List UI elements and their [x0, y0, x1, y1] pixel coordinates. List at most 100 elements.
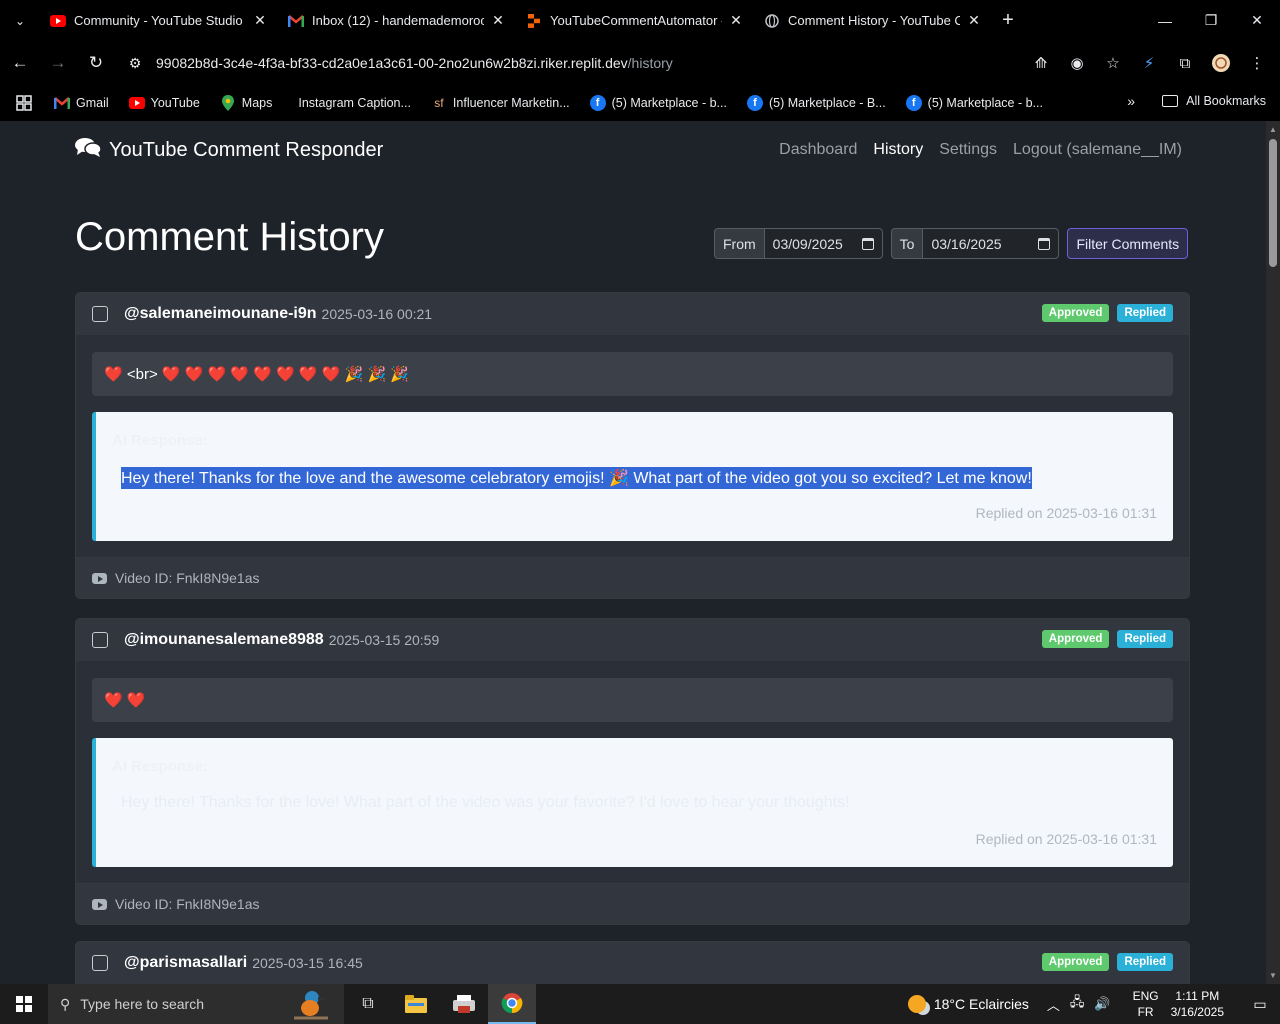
comment-date: 2025-03-16 00:21 — [321, 306, 433, 322]
browser-tab[interactable]: YouTubeCommentAutomator - ✕ — [516, 0, 754, 41]
browser-tab[interactable]: Inbox (12) - handemademorocc ✕ — [278, 0, 516, 41]
windows-start-icon[interactable] — [0, 984, 48, 1024]
address-bar[interactable]: ⚙ 99082b8d-3c4e-4f3a-bf33-cd2a0e1a3c61-0… — [120, 45, 1120, 81]
select-checkbox[interactable] — [92, 955, 108, 971]
ai-response-label: AI Response: — [112, 432, 208, 449]
network-icon[interactable]: 🖧 — [1070, 993, 1085, 1015]
reload-icon[interactable]: ↻ — [78, 45, 114, 81]
approved-badge: Approved — [1041, 630, 1110, 648]
site-settings-icon[interactable]: ⚙ — [120, 55, 150, 72]
extension-bolt-icon[interactable]: ⚡ — [1136, 50, 1162, 76]
filter-comments-button[interactable]: Filter Comments — [1067, 228, 1189, 259]
bookmarks-overflow-chevron-icon[interactable]: » — [1127, 93, 1135, 109]
card-footer: Video ID: FnkI8N9e1as — [76, 557, 1189, 598]
nav-settings[interactable]: Settings — [939, 141, 997, 159]
bookmark-gmail[interactable]: Gmail — [54, 95, 109, 111]
task-view-icon[interactable]: ⧉ — [344, 984, 392, 1024]
eye-icon[interactable]: ◉ — [1064, 50, 1090, 76]
apps-grid-icon[interactable] — [16, 95, 32, 111]
clock[interactable]: 1:11 PM 3/16/2025 — [1171, 988, 1224, 1020]
select-checkbox[interactable] — [92, 306, 108, 322]
to-label: To — [890, 228, 923, 259]
taskbar-search[interactable]: ⚲ Type here to search — [48, 984, 344, 1024]
bookmark-influencer-marketing[interactable]: sf Influencer Marketin... — [431, 95, 569, 111]
calendar-icon[interactable] — [1038, 237, 1051, 250]
new-tab-button[interactable]: + — [992, 9, 1024, 32]
tab-title: Inbox (12) - handemademorocc — [312, 13, 484, 28]
nav-logout[interactable]: Logout (salemane__IM) — [1013, 141, 1182, 159]
page-scrollbar[interactable]: ▲ ▼ — [1266, 121, 1280, 984]
video-id: Video ID: FnkI8N9e1as — [115, 896, 260, 912]
notifications-icon[interactable]: ▭ — [1240, 996, 1280, 1013]
forward-arrow-icon[interactable]: → — [40, 45, 76, 81]
close-tab-icon[interactable]: ✕ — [252, 12, 268, 29]
browser-tab[interactable]: Community - YouTube Studio ✕ — [40, 0, 278, 41]
browser-tab-active[interactable]: Comment History - YouTube Co ✕ — [754, 0, 992, 41]
video-id: Video ID: FnkI8N9e1as — [115, 570, 260, 586]
scroll-down-icon[interactable]: ▼ — [1269, 971, 1277, 980]
bookmark-marketplace-1[interactable]: f (5) Marketplace - b... — [589, 95, 727, 111]
weather-widget[interactable]: 18°C Eclaircies — [907, 995, 1029, 1013]
chrome-icon[interactable] — [488, 984, 536, 1024]
profile-avatar-icon[interactable] — [1208, 50, 1234, 76]
close-tab-icon[interactable]: ✕ — [728, 12, 744, 29]
ai-response-label: AI Response: — [112, 758, 208, 775]
select-checkbox[interactable] — [92, 632, 108, 648]
search-icon: ⚲ — [60, 995, 71, 1012]
nav-history[interactable]: History — [873, 141, 923, 159]
replied-badge: Replied — [1117, 630, 1173, 648]
bookmark-instagram-caption[interactable]: Instagram Caption... — [298, 96, 411, 110]
tab-title: Comment History - YouTube Co — [788, 13, 960, 28]
volume-icon[interactable]: 🔊 — [1094, 996, 1110, 1012]
date-filter-form: From 03/09/2025 To 03/16/2025 Filter Com… — [714, 228, 1189, 259]
tab-search-chevron-icon[interactable]: ⌄ — [0, 0, 40, 41]
kingfisher-bird-icon — [290, 988, 330, 1024]
close-tab-icon[interactable]: ✕ — [966, 12, 982, 29]
file-explorer-icon[interactable] — [392, 984, 440, 1024]
extensions-puzzle-icon[interactable]: ⧉ — [1172, 50, 1198, 76]
ai-response-text: Hey there! Thanks for the love and the a… — [121, 467, 1032, 489]
translate-icon[interactable]: ⟰ — [1028, 50, 1054, 76]
minimize-icon[interactable]: — — [1142, 0, 1188, 41]
bookmark-marketplace-3[interactable]: f (5) Marketplace - b... — [905, 95, 1043, 111]
maps-icon — [220, 95, 236, 111]
browser-menu-icon[interactable]: ⋮ — [1244, 50, 1270, 76]
language-indicator[interactable]: ENG FR — [1133, 988, 1159, 1020]
page-title: Comment History — [75, 215, 384, 259]
close-tab-icon[interactable]: ✕ — [490, 12, 506, 29]
windows-taskbar: ⚲ Type here to search ⧉ 18°C Eclaircies … — [0, 984, 1280, 1024]
approved-badge: Approved — [1041, 304, 1110, 322]
facebook-icon: f — [905, 95, 922, 111]
comment-card: @imounanesalemane8988 2025-03-15 20:59 A… — [75, 618, 1190, 925]
replied-on: Replied on 2025-03-16 01:31 — [975, 505, 1157, 521]
youtube-icon — [128, 95, 145, 111]
to-date-input[interactable]: 03/16/2025 — [922, 228, 1060, 259]
scrollbar-thumb[interactable] — [1269, 139, 1277, 267]
app-brand[interactable]: YouTube Comment Responder — [75, 137, 383, 163]
bookmark-star-icon[interactable]: ☆ — [1100, 50, 1126, 76]
tab-title: Community - YouTube Studio — [74, 13, 243, 28]
tray-chevron-icon[interactable]: ︿ — [1047, 995, 1060, 1014]
scroll-up-icon[interactable]: ▲ — [1269, 125, 1277, 134]
bookmark-marketplace-2[interactable]: f (5) Marketplace - B... — [746, 95, 886, 111]
app-navbar: YouTube Comment Responder Dashboard Hist… — [75, 121, 1190, 179]
printer-app-icon[interactable] — [440, 984, 488, 1024]
calendar-icon[interactable] — [861, 237, 874, 250]
ai-response-box: AI Response: Hey there! Thanks for the l… — [92, 738, 1173, 867]
all-bookmarks-button[interactable]: All Bookmarks — [1162, 94, 1266, 108]
comment-author: @imounanesalemane8988 — [124, 631, 324, 648]
comment-author: @parismasallari — [124, 954, 248, 971]
replit-icon — [526, 13, 542, 29]
youtube-icon — [92, 898, 107, 910]
comment-text: ❤️ <br> ❤️ ❤️ ❤️ ❤️ ❤️ ❤️ ❤️ ❤️ 🎉 🎉 🎉 — [92, 352, 1173, 396]
bookmark-youtube[interactable]: YouTube — [128, 95, 200, 111]
back-arrow-icon[interactable]: ← — [2, 45, 38, 81]
bookmark-maps[interactable]: Maps — [220, 95, 272, 111]
youtube-icon — [50, 13, 66, 29]
close-window-icon[interactable]: ✕ — [1234, 0, 1280, 41]
sf-icon: sf — [434, 96, 444, 110]
restore-icon[interactable]: ❐ — [1188, 0, 1234, 41]
from-date-input[interactable]: 03/09/2025 — [763, 228, 883, 259]
tab-title: YouTubeCommentAutomator - — [550, 13, 722, 28]
nav-dashboard[interactable]: Dashboard — [779, 141, 857, 159]
